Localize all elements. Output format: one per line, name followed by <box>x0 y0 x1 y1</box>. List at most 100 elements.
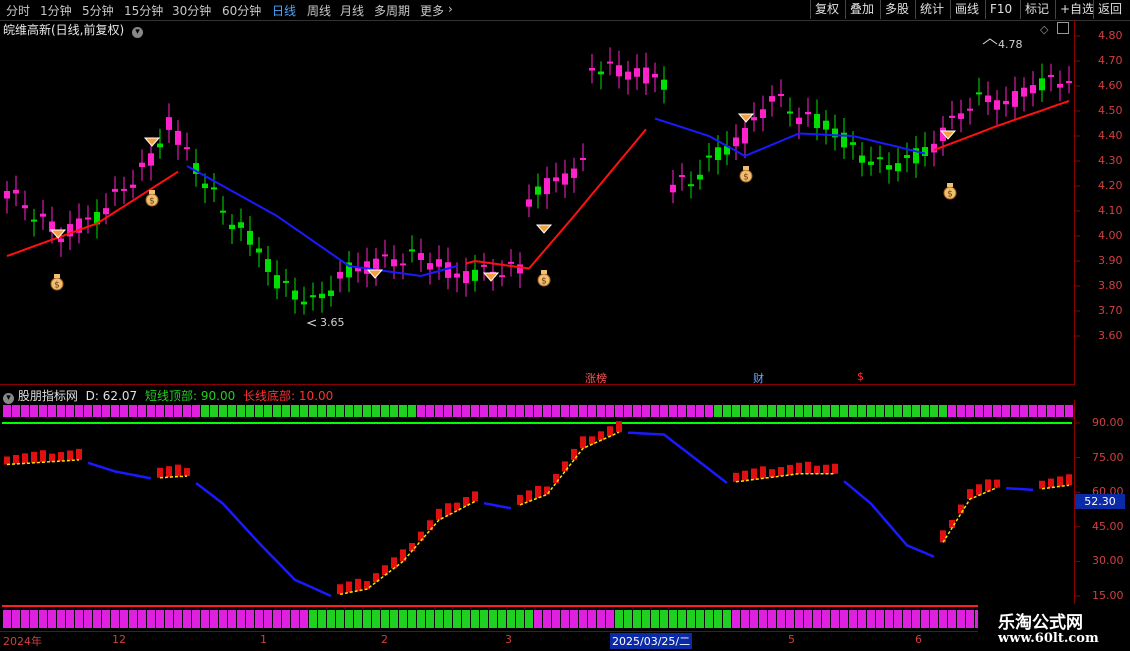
candlestick[interactable] <box>976 77 982 106</box>
candlestick[interactable] <box>382 239 388 268</box>
candlestick[interactable] <box>697 159 703 190</box>
money-bag-icon[interactable]: $ <box>537 270 551 287</box>
candlestick[interactable] <box>742 116 748 159</box>
candlestick[interactable] <box>76 203 82 244</box>
candlestick[interactable] <box>436 245 442 280</box>
diamond-marker-icon[interactable] <box>737 113 755 123</box>
candlestick[interactable] <box>760 95 766 132</box>
period-tab-30min[interactable]: 30分钟 <box>172 2 211 19</box>
candlestick[interactable] <box>868 146 874 176</box>
candlestick[interactable] <box>967 97 973 125</box>
candlestick[interactable] <box>409 235 415 263</box>
candlestick[interactable] <box>895 148 901 182</box>
fuquan-button[interactable]: 复权 <box>810 0 843 19</box>
candlestick[interactable] <box>85 205 91 234</box>
candlestick[interactable] <box>562 159 568 199</box>
candlestick[interactable] <box>805 97 811 127</box>
candlestick[interactable] <box>787 97 793 127</box>
candlestick[interactable] <box>769 85 775 117</box>
mark-button[interactable]: 标记 <box>1020 0 1053 19</box>
candlestick[interactable] <box>571 157 577 193</box>
candlestick[interactable] <box>823 110 829 145</box>
candlestick[interactable] <box>985 81 991 115</box>
candlestick[interactable] <box>949 100 955 130</box>
candlestick[interactable] <box>274 260 280 300</box>
period-tab-monthly[interactable]: 月线 <box>340 2 364 19</box>
event-dollar[interactable]: $ <box>857 370 864 383</box>
f10-button[interactable]: F10 <box>985 0 1016 19</box>
diamond-marker-icon[interactable] <box>143 137 161 147</box>
candlestick[interactable] <box>1048 63 1054 92</box>
candlestick[interactable] <box>184 132 190 161</box>
multi-stock-button[interactable]: 多股 <box>880 0 913 19</box>
candlestick[interactable] <box>589 53 595 84</box>
candlestick[interactable] <box>1012 76 1018 120</box>
period-tab-15min[interactable]: 15分钟 <box>124 2 163 19</box>
candlestick[interactable] <box>67 210 73 251</box>
candlestick[interactable] <box>328 275 334 307</box>
candlestick[interactable] <box>481 252 487 281</box>
event-finance[interactable]: 财 <box>753 370 764 386</box>
event-zhangbang[interactable]: 涨榜 <box>585 370 607 386</box>
candlestick[interactable] <box>121 176 127 204</box>
candlestick[interactable] <box>508 249 514 277</box>
candlestick[interactable] <box>679 163 685 191</box>
more-chevron-icon[interactable]: › <box>448 2 453 16</box>
candlestick[interactable] <box>166 103 172 144</box>
candlestick[interactable] <box>778 79 784 108</box>
candlestick[interactable] <box>733 124 739 161</box>
back-button[interactable]: 返回 <box>1093 0 1126 19</box>
candlestick[interactable] <box>706 142 712 172</box>
period-tab-5min[interactable]: 5分钟 <box>82 2 114 19</box>
candlestick[interactable] <box>94 199 100 239</box>
candlestick[interactable] <box>859 142 865 177</box>
candlestick[interactable] <box>688 171 694 199</box>
candlestick[interactable] <box>310 282 316 311</box>
candlestick[interactable] <box>175 120 181 160</box>
diamond-marker-icon[interactable] <box>482 272 500 282</box>
candlestick[interactable] <box>4 181 10 214</box>
candlestick[interactable] <box>517 252 523 288</box>
candlestick[interactable] <box>751 102 757 132</box>
candlestick[interactable] <box>994 90 1000 125</box>
candlestick[interactable] <box>553 162 559 193</box>
candlestick[interactable] <box>958 99 964 133</box>
candlestick[interactable] <box>391 245 397 280</box>
candlestick[interactable] <box>886 152 892 184</box>
candlestick[interactable] <box>40 199 46 230</box>
candlestick[interactable] <box>643 52 649 96</box>
candlestick[interactable] <box>148 141 154 181</box>
candlestick[interactable] <box>13 175 19 207</box>
candlestick[interactable] <box>1066 66 1072 94</box>
candlestick[interactable] <box>31 208 37 237</box>
candlestick[interactable] <box>265 245 271 286</box>
period-tab-fenshi[interactable]: 分时 <box>6 2 30 19</box>
period-tab-daily[interactable]: 日线 <box>272 2 296 19</box>
candlestick[interactable] <box>832 114 838 151</box>
candlestick[interactable] <box>1021 77 1027 112</box>
candlestick[interactable] <box>283 268 289 297</box>
candlestick[interactable] <box>1057 70 1063 102</box>
money-bag-icon[interactable]: $ <box>739 166 753 183</box>
candlestick[interactable] <box>211 173 217 203</box>
candlestick[interactable] <box>634 54 640 90</box>
candlestick[interactable] <box>400 253 406 280</box>
candlestick[interactable] <box>1039 63 1045 102</box>
candlestick[interactable] <box>1030 71 1036 107</box>
candlestick[interactable] <box>535 173 541 209</box>
candlestick[interactable] <box>157 128 163 159</box>
statistics-button[interactable]: 统计 <box>915 0 948 19</box>
overlay-button[interactable]: 叠加 <box>845 0 878 19</box>
money-bag-icon[interactable]: $ <box>50 274 64 291</box>
candlestick[interactable] <box>238 208 244 242</box>
candlestick[interactable] <box>337 258 343 293</box>
candlestick[interactable] <box>607 47 613 76</box>
candlestick[interactable] <box>292 277 298 314</box>
candlestick[interactable] <box>544 166 550 209</box>
candlestick[interactable] <box>247 216 253 257</box>
period-tab-more[interactable]: 更多 <box>420 2 444 19</box>
candlestick[interactable] <box>1003 86 1009 117</box>
candlestick[interactable] <box>139 149 145 181</box>
candlestick[interactable] <box>220 196 226 225</box>
candlestick[interactable] <box>652 62 658 93</box>
